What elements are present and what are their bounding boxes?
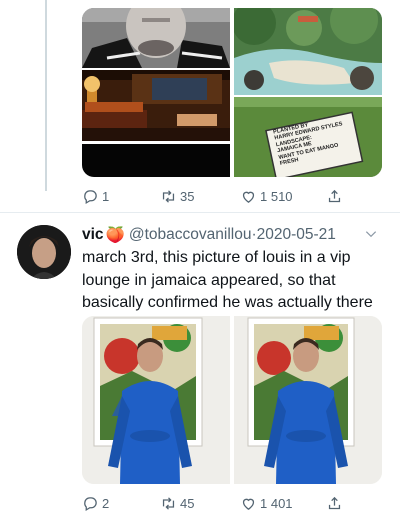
reply-icon: [84, 189, 97, 204]
tweet-text: march 3rd, this picture of louis in a vi…: [82, 249, 373, 311]
like-count: 1 401: [260, 495, 293, 511]
heart-icon: [242, 498, 255, 510]
media-photo-dark[interactable]: [82, 144, 230, 177]
media-photo-man-hoodie[interactable]: [82, 8, 230, 68]
media-grid: [82, 316, 382, 484]
user-handle[interactable]: @tobaccovanillou: [129, 226, 252, 244]
heart-icon: [242, 191, 255, 203]
retweet-icon: [162, 496, 175, 510]
media-photo-2[interactable]: [234, 316, 382, 484]
reply-count: 2: [102, 495, 110, 511]
reply-icon: [84, 496, 97, 511]
retweet-count: 45: [180, 495, 195, 511]
retweet-icon: [162, 189, 175, 203]
reply-button[interactable]: 1: [82, 185, 109, 207]
like-button[interactable]: 1 510: [240, 185, 293, 207]
media-photo-planted-sign[interactable]: PLANTED BY HARRY EDWARD STYLES LANDSCAPE…: [234, 97, 382, 177]
action-bar: 2 45 1 401: [82, 492, 382, 514]
peach-emoji: 🍑: [105, 226, 125, 244]
media-photo-beach-cove[interactable]: [234, 8, 382, 95]
media-photo-lounge[interactable]: [82, 70, 230, 141]
reply-button[interactable]: 2: [82, 492, 109, 514]
tweet-divider: [0, 212, 400, 213]
share-icon: [328, 496, 341, 509]
avatar[interactable]: [17, 225, 71, 279]
share-button[interactable]: [326, 492, 343, 514]
reply-count: 1: [102, 188, 110, 204]
media-photo-1[interactable]: [82, 316, 230, 484]
thread-connector-line: [45, 0, 47, 191]
share-icon: [328, 189, 341, 202]
tweet-date[interactable]: 2020-05-21: [257, 226, 336, 244]
tweet-header: vic 🍑 @tobaccovanillou · 2020-05-21: [82, 224, 378, 246]
share-button[interactable]: [326, 185, 343, 207]
like-count: 1 510: [260, 188, 293, 204]
retweet-count: 35: [180, 188, 195, 204]
media-grid-previous-tweet: PLANTED BY HARRY EDWARD STYLES LANDSCAPE…: [82, 8, 382, 177]
action-bar-previous-tweet: 1 35 1 510: [82, 185, 382, 207]
retweet-button[interactable]: 35: [160, 185, 194, 207]
chevron-down-icon[interactable]: [364, 227, 378, 241]
display-name[interactable]: vic: [82, 226, 104, 244]
like-button[interactable]: 1 401: [240, 492, 293, 514]
retweet-button[interactable]: 45: [160, 492, 194, 514]
